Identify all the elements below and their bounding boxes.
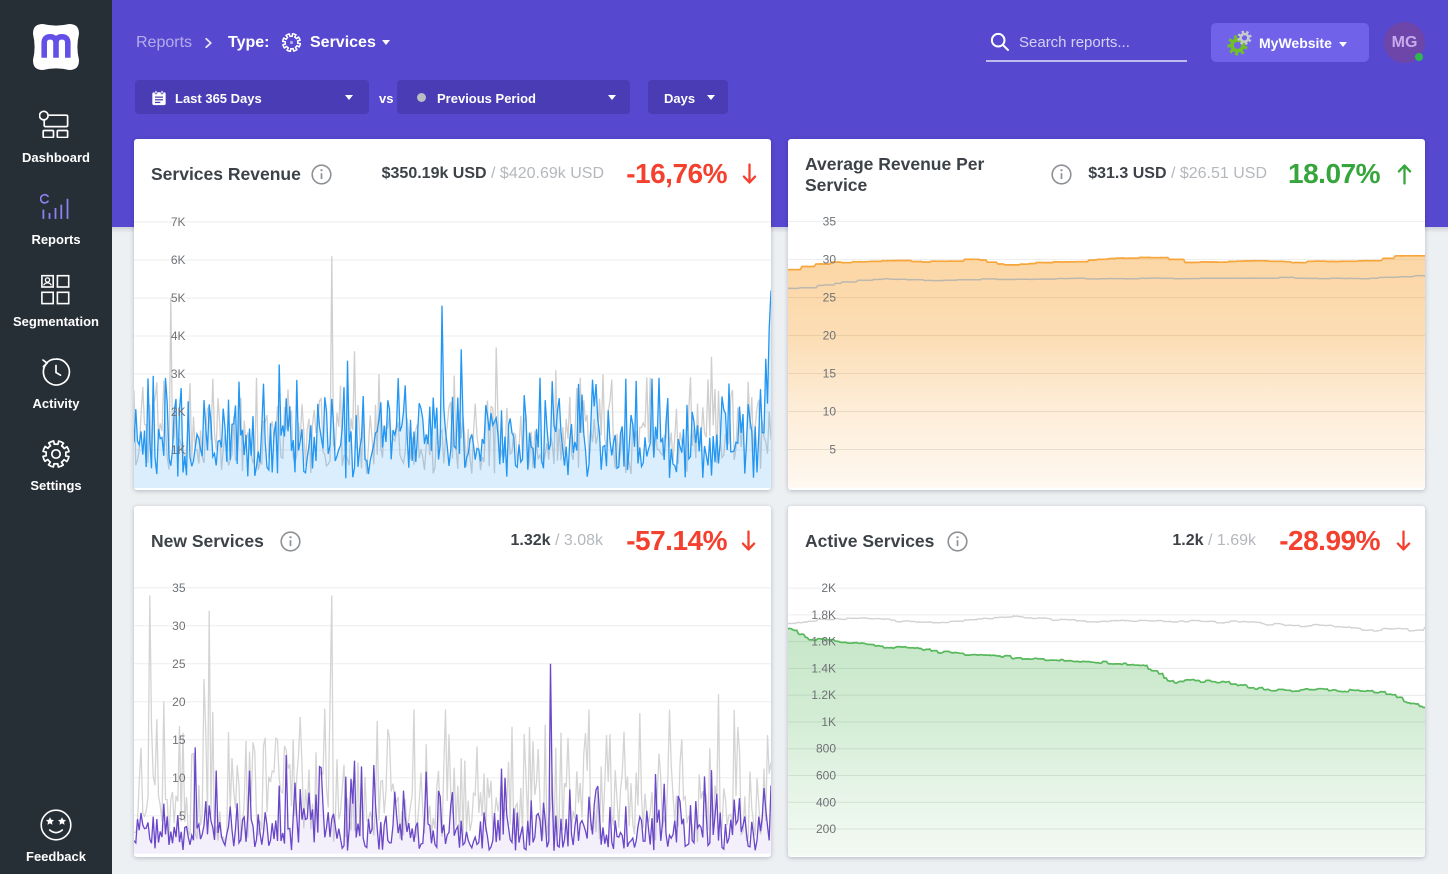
svg-text:1.4K: 1.4K: [811, 661, 836, 675]
svg-text:15: 15: [172, 732, 186, 746]
svg-text:200: 200: [816, 822, 836, 836]
svg-text:2K: 2K: [821, 581, 836, 595]
svg-text:6K: 6K: [171, 253, 186, 267]
svg-text:600: 600: [816, 768, 836, 782]
svg-text:25: 25: [172, 656, 186, 670]
svg-text:30: 30: [172, 618, 186, 632]
svg-text:1K: 1K: [171, 443, 186, 457]
svg-text:800: 800: [816, 741, 836, 755]
svg-text:20: 20: [823, 329, 837, 343]
svg-text:4K: 4K: [171, 329, 186, 343]
svg-text:10: 10: [172, 770, 186, 784]
svg-text:1.8K: 1.8K: [811, 607, 836, 621]
svg-text:20: 20: [172, 694, 186, 708]
svg-text:1.6K: 1.6K: [811, 634, 836, 648]
svg-text:5: 5: [829, 443, 836, 457]
svg-text:15: 15: [823, 367, 837, 381]
svg-text:5K: 5K: [171, 291, 186, 305]
svg-text:2K: 2K: [171, 405, 186, 419]
svg-text:10: 10: [823, 405, 837, 419]
svg-text:30: 30: [823, 253, 837, 267]
svg-text:7K: 7K: [171, 215, 186, 229]
svg-text:1K: 1K: [821, 714, 836, 728]
svg-text:35: 35: [172, 580, 186, 594]
svg-text:5: 5: [179, 808, 186, 822]
svg-text:400: 400: [816, 795, 836, 809]
svg-text:25: 25: [823, 291, 837, 305]
svg-text:3K: 3K: [171, 367, 186, 381]
svg-text:1.2K: 1.2K: [811, 688, 836, 702]
svg-text:35: 35: [823, 215, 837, 229]
